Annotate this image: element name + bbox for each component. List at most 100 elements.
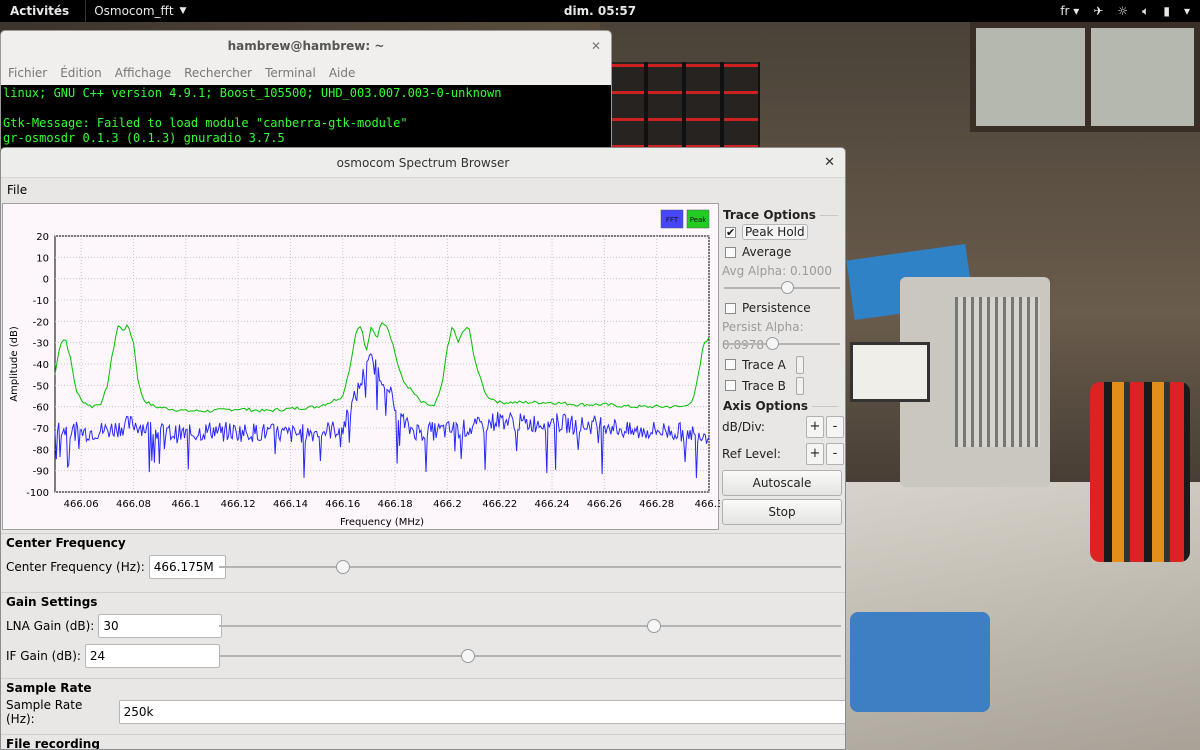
menu-file[interactable]: File <box>7 183 27 197</box>
system-menu-icon[interactable]: ▾ <box>1184 4 1190 18</box>
trace-a-label: Trace A <box>742 357 786 372</box>
legend-label-fft: FFT <box>666 216 679 224</box>
y-tick-label: -10 <box>33 296 49 307</box>
sample-rate-input[interactable]: 250k <box>118 700 845 724</box>
lna-gain-row: LNA Gain (dB): 30 <box>1 611 845 641</box>
battery-icon[interactable]: ▮ <box>1163 4 1170 18</box>
legend-label-peak: Peak <box>690 216 708 224</box>
dropdown-arrow-icon: ▼ <box>179 6 187 16</box>
window-titlebar[interactable]: osmocom Spectrum Browser ✕ <box>1 148 845 178</box>
airplane-mode-icon[interactable]: ✈ <box>1093 4 1103 18</box>
slider-knob[interactable] <box>647 619 662 633</box>
peak-hold-checkbox[interactable]: Peak Hold <box>720 222 844 242</box>
persistence-checkbox[interactable]: Persistence <box>720 298 844 318</box>
y-tick-label: -50 <box>33 381 49 392</box>
if-gain-row: IF Gain (dB): 24 <box>1 641 845 671</box>
terminal-line: gr-osmosdr 0.1.3 (0.1.3) gnuradio 3.7.5 <box>3 131 285 145</box>
slider-knob[interactable] <box>336 560 351 574</box>
avg-alpha-slider[interactable] <box>724 280 840 296</box>
persist-alpha-label: Persist Alpha: 0.0978 <box>722 320 804 352</box>
ref-level-row: Ref Level: + - <box>720 440 844 467</box>
trace-options-panel: Trace Options Peak Hold Average Avg Alph… <box>720 203 844 530</box>
menu-affichage[interactable]: Affichage <box>115 66 171 80</box>
wallpaper-tools <box>1090 382 1190 562</box>
spectrum-browser-window: osmocom Spectrum Browser ✕ File 20 10 0 -10… <box>0 147 846 750</box>
sample-rate-header: Sample Rate <box>6 681 92 695</box>
lna-gain-label: LNA Gain (dB): <box>6 619 95 633</box>
clock[interactable]: dim. 05:57 <box>564 4 636 18</box>
checkbox-icon <box>725 380 736 391</box>
if-gain-input[interactable]: 24 <box>84 644 220 668</box>
app-menu[interactable]: Osmocom_fft ▼ <box>85 0 194 22</box>
spectrum-plot[interactable]: 20 10 0 -10 -20 -30 -40 -50 -60 -70 -80 -90 -100 466.… <box>2 203 720 530</box>
lna-gain-slider[interactable] <box>219 616 841 636</box>
menu-fichier[interactable]: Fichier <box>8 66 47 80</box>
slider-knob[interactable] <box>460 649 475 663</box>
wallpaper-window <box>970 22 1200 132</box>
slider-knob[interactable] <box>780 281 794 294</box>
keyboard-layout[interactable]: fr ▾ <box>1060 4 1079 18</box>
center-frequency-section: Center Frequency Center Frequency (Hz): … <box>1 533 845 582</box>
lna-gain-input[interactable]: 30 <box>98 614 223 638</box>
stop-button[interactable]: Stop <box>722 499 842 525</box>
db-div-label: dB/Div: <box>722 419 765 434</box>
autoscale-button[interactable]: Autoscale <box>722 470 842 496</box>
terminal-titlebar[interactable]: hambrew@hambrew: ~ ✕ <box>1 31 611 61</box>
terminal-title: hambrew@hambrew: ~ <box>227 39 385 53</box>
keyboard-layout-label: fr <box>1060 4 1070 18</box>
close-icon[interactable]: ✕ <box>591 31 601 61</box>
ref-level-minus-button[interactable]: - <box>826 442 844 465</box>
wallpaper-meter <box>850 342 930 402</box>
y-tick-label: -70 <box>33 424 49 435</box>
persist-alpha-slider[interactable] <box>724 336 840 352</box>
persistence-label: Persistence <box>742 301 811 315</box>
x-tick-label: 466.24 <box>535 499 570 510</box>
center-frequency-header: Center Frequency <box>6 536 126 550</box>
top-panel: Activités Osmocom_fft ▼ dim. 05:57 fr ▾ … <box>0 0 1200 22</box>
ref-level-plus-button[interactable]: + <box>806 442 824 465</box>
terminal-line: Gtk-Message: Failed to load module "canb… <box>3 116 408 130</box>
gain-settings-section: Gain Settings LNA Gain (dB): 30 IF Gain … <box>1 592 845 671</box>
sample-rate-section: Sample Rate Sample Rate (Hz): 250k <box>1 678 845 727</box>
x-tick-label: 466.2 <box>433 499 462 510</box>
trace-b-color-swatch[interactable] <box>795 376 804 395</box>
y-tick-label: 10 <box>36 253 49 264</box>
terminal-output[interactable]: linux; GNU C++ version 4.9.1; Boost_1055… <box>1 85 611 150</box>
x-tick-label: 466.28 <box>639 499 674 510</box>
close-icon[interactable]: ✕ <box>824 148 835 178</box>
activities-button[interactable]: Activités <box>0 4 79 18</box>
slider-track <box>724 343 840 345</box>
average-checkbox[interactable]: Average <box>720 242 844 262</box>
menu-aide[interactable]: Aide <box>329 66 356 80</box>
center-frequency-input[interactable]: 466.175M <box>148 555 226 579</box>
trace-a-color-swatch[interactable] <box>795 355 804 374</box>
center-frequency-slider[interactable] <box>219 557 841 577</box>
x-tick-label: 466.08 <box>116 499 151 510</box>
sample-rate-label: Sample Rate (Hz): <box>6 698 83 726</box>
menu-rechercher[interactable]: Rechercher <box>184 66 252 80</box>
center-frequency-row: Center Frequency (Hz): 466.175M <box>1 552 845 582</box>
db-div-minus-button[interactable]: - <box>826 415 844 438</box>
slider-knob[interactable] <box>765 337 779 350</box>
menu-terminal[interactable]: Terminal <box>265 66 316 80</box>
y-tick-label: 20 <box>36 232 49 243</box>
trace-b-checkbox[interactable]: Trace B <box>720 375 844 396</box>
accessibility-icon[interactable]: ☼ <box>1117 4 1128 18</box>
terminal-menubar: Fichier Édition Affichage Rechercher Ter… <box>1 61 611 85</box>
y-tick-label: -30 <box>33 339 49 350</box>
volume-icon[interactable]: 🔈︎ <box>1142 4 1149 19</box>
if-gain-slider[interactable] <box>219 646 841 666</box>
trace-b-label: Trace B <box>742 378 786 393</box>
peak-hold-label: Peak Hold <box>742 224 808 240</box>
checkbox-icon <box>725 359 736 370</box>
db-div-plus-button[interactable]: + <box>806 415 824 438</box>
menu-edition[interactable]: Édition <box>60 66 102 80</box>
y-tick-label: -100 <box>26 488 49 499</box>
db-div-row: dB/Div: + - <box>720 413 844 440</box>
trace-a-checkbox[interactable]: Trace A <box>720 354 844 375</box>
x-tick-label: 466.14 <box>273 499 308 510</box>
trace-options-header: Trace Options <box>720 208 844 222</box>
center-frequency-label: Center Frequency (Hz): <box>6 560 145 574</box>
y-tick-label: -20 <box>33 317 49 328</box>
average-label: Average <box>742 245 792 259</box>
